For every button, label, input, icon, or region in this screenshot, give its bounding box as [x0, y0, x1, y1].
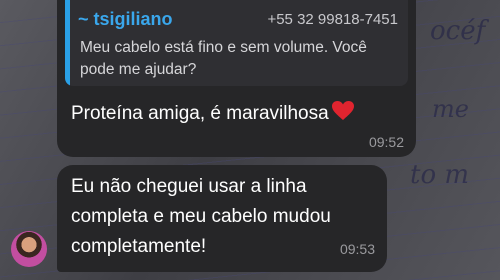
- quoted-text: Meu cabelo está fino e sem volume. Você …: [80, 39, 367, 78]
- reply-sender-name[interactable]: ~ tsigiliano: [78, 9, 173, 30]
- message-timestamp: 09:52: [368, 134, 404, 150]
- wallpaper-scribble: me: [432, 95, 469, 123]
- heart-emoji-icon: [331, 100, 355, 131]
- wallpaper-scribble: océf: [430, 16, 486, 46]
- message-text: Eu não cheguei usar a linha completa e m…: [71, 176, 331, 257]
- quoted-reply[interactable]: ~ tsigiliano +55 32 99818-7451 Meu cabel…: [65, 0, 408, 86]
- message-text: Proteína amiga, é maravilhosa: [71, 103, 329, 124]
- message-text-row: Proteína amiga, é maravilhosa: [71, 99, 355, 131]
- reply-sender-phone: +55 32 99818-7451: [267, 11, 398, 28]
- message-bubble[interactable]: Eu não cheguei usar a linha completa e m…: [57, 165, 387, 272]
- message-bubble-reply[interactable]: ~ tsigiliano +55 32 99818-7451 Meu cabel…: [57, 0, 416, 157]
- wallpaper-scribble: to m: [410, 160, 470, 190]
- avatar[interactable]: [11, 231, 47, 267]
- reply-accent-bar: [65, 0, 70, 86]
- message-timestamp: 09:53: [339, 241, 375, 257]
